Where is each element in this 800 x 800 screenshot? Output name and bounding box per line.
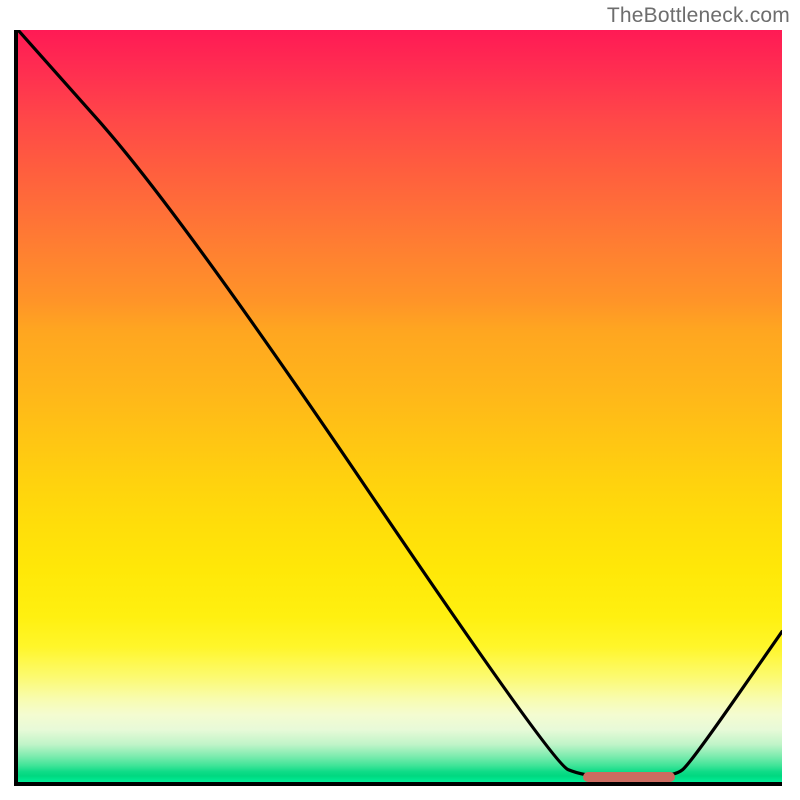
bottleneck-curve bbox=[18, 30, 782, 777]
watermark-text: TheBottleneck.com bbox=[607, 4, 790, 28]
chart-curve-layer bbox=[18, 30, 782, 782]
x-axis bbox=[18, 782, 782, 786]
optimal-range-marker bbox=[583, 772, 675, 782]
